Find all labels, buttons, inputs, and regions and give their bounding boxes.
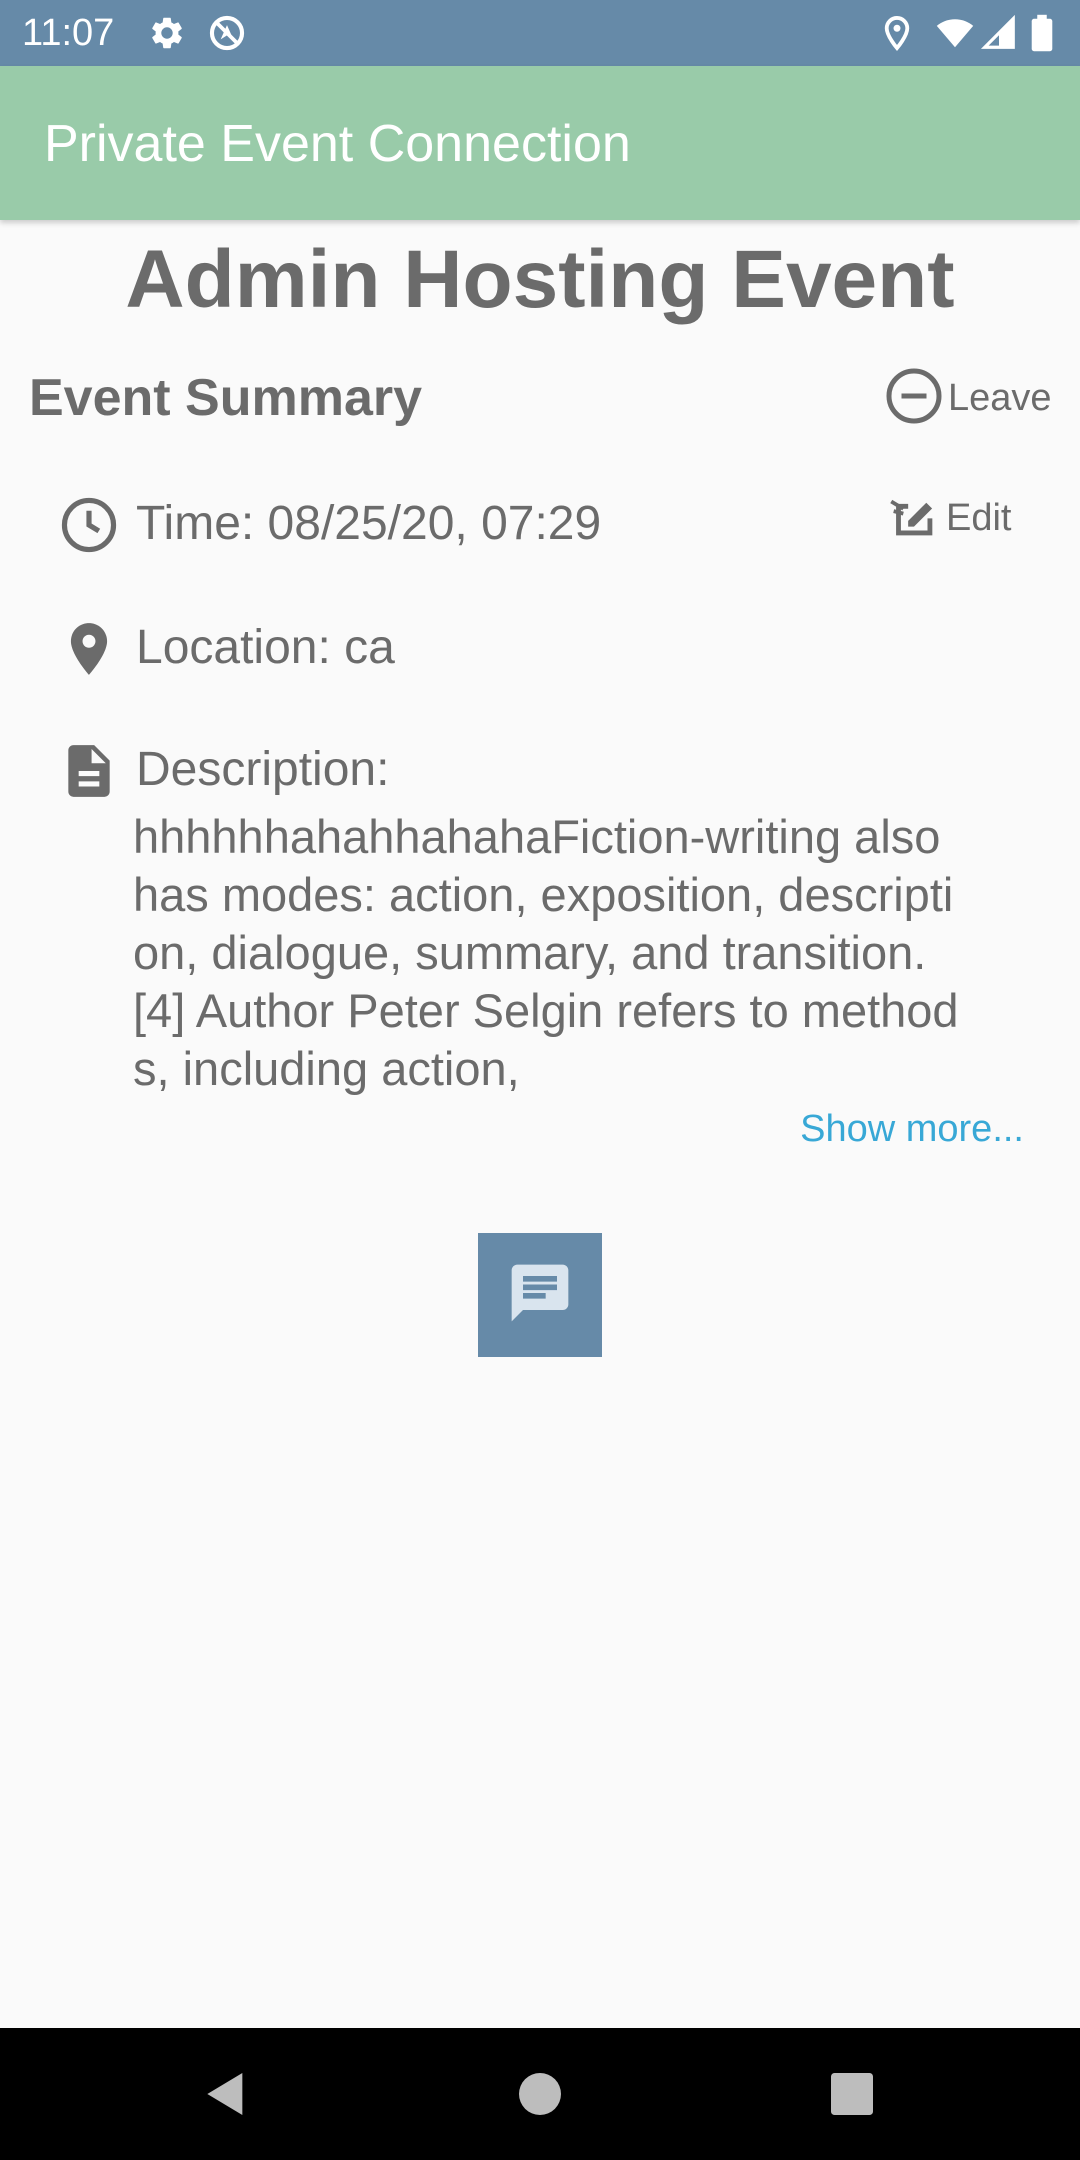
event-title: Admin Hosting Event: [125, 234, 955, 325]
chat-message-icon: [506, 1259, 574, 1332]
event-summary-heading: Event Summary: [29, 369, 423, 427]
home-icon[interactable]: [512, 2066, 568, 2122]
navigation-bar: [0, 2028, 1080, 2160]
event-description: hhhhhhahahhahahaFiction-writing also has…: [133, 810, 959, 1095]
description-label: Description:: [136, 743, 390, 796]
wifi-icon: [936, 14, 974, 52]
show-more-link[interactable]: Show more...: [800, 1104, 1024, 1154]
chat-button[interactable]: [478, 1233, 602, 1357]
event-location: Location: ca: [136, 621, 395, 674]
battery-icon: [1030, 14, 1056, 52]
event-time: Time: 08/25/20, 07:29: [136, 497, 602, 550]
time-row: Time: 08/25/20, 07:29: [58, 492, 601, 556]
document-icon: [58, 740, 120, 802]
back-icon[interactable]: [198, 2066, 254, 2122]
no-location-sharing-icon: [208, 14, 246, 52]
leave-button[interactable]: Leave: [884, 366, 1052, 430]
app-title: Private Event Connection: [44, 115, 631, 173]
edit-label: Edit: [946, 496, 1012, 539]
leave-icon: [884, 366, 944, 431]
app-bar: Private Event Connection: [0, 66, 1080, 220]
description-row: Description:: [58, 738, 389, 802]
location-pin-icon: [58, 618, 120, 680]
recents-icon[interactable]: [824, 2066, 880, 2122]
location-row: Location: ca: [58, 616, 395, 680]
location-icon: [878, 14, 916, 52]
edit-button[interactable]: Edit: [884, 488, 1011, 548]
gear-icon: [148, 14, 186, 52]
clock-icon: [58, 494, 120, 556]
cell-signal-icon: [980, 14, 1018, 52]
edit-icon: [884, 487, 942, 550]
leave-label: Leave: [948, 376, 1052, 419]
status-bar: 11:07: [0, 0, 1080, 66]
status-time: 11:07: [22, 12, 115, 54]
